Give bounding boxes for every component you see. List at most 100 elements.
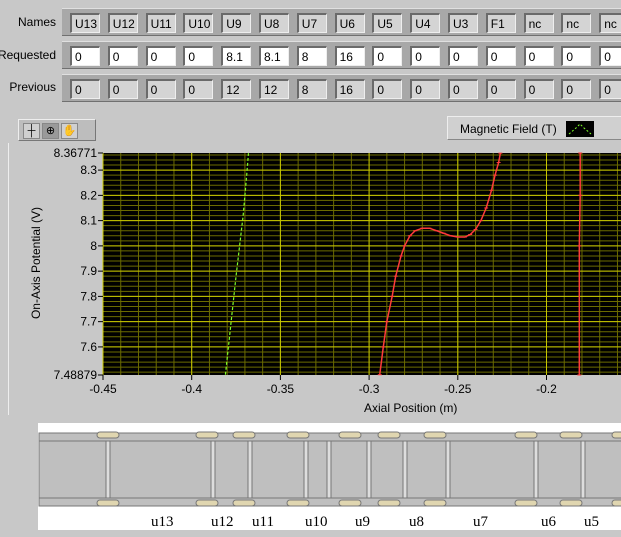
- previous-label: Previous: [9, 80, 56, 94]
- electrode-divider: [533, 440, 539, 499]
- electrode-label: u12: [211, 514, 234, 530]
- electrode-schematic: [38, 423, 621, 530]
- previous-cell: 0: [523, 79, 554, 99]
- y-tick-label: 7.7: [80, 315, 97, 329]
- name-cell: nc: [599, 13, 621, 33]
- flange-icon: [338, 431, 362, 439]
- previous-cell: 12: [259, 79, 289, 99]
- x-tick-label: -0.25: [444, 382, 472, 396]
- x-tick-label: -0.35: [267, 382, 295, 396]
- flange-icon: [96, 431, 120, 439]
- requested-input[interactable]: 0: [485, 46, 516, 66]
- flange-icon: [514, 499, 538, 507]
- pan-tool-icon[interactable]: ✋: [61, 123, 78, 139]
- electrode-divider: [402, 440, 408, 499]
- y-tick-label: 8.3: [80, 163, 97, 177]
- x-axis-label: Axial Position (m): [364, 401, 458, 415]
- name-cell: U8: [259, 13, 289, 33]
- electrode-divider: [210, 440, 216, 499]
- name-cell: U3: [448, 13, 478, 33]
- flange-icon: [195, 431, 219, 439]
- name-cell: nc: [561, 13, 592, 33]
- requested-input[interactable]: 0: [523, 46, 554, 66]
- y-tick-label: 7.9: [80, 264, 97, 278]
- requested-array: 0 0 0 0 8.1 8.1 8 16 0 0 0 0 0 0 0: [62, 41, 621, 69]
- plot-legend[interactable]: Magnetic Field (T): [447, 116, 621, 140]
- requested-input[interactable]: 0: [107, 46, 138, 66]
- flange-icon: [96, 499, 120, 507]
- electrode-label: u7: [473, 514, 488, 530]
- flange-icon: [559, 431, 583, 439]
- legend-label: Magnetic Field (T): [460, 122, 557, 136]
- electrode-divider: [580, 440, 586, 499]
- electrode-label: u9: [355, 514, 370, 530]
- requested-label: Requested: [0, 48, 56, 62]
- name-cell: U12: [107, 13, 138, 33]
- requested-input[interactable]: 8.1: [221, 46, 252, 66]
- name-cell: U5: [372, 13, 403, 33]
- previous-cell: 0: [599, 79, 621, 99]
- requested-input[interactable]: 0: [561, 46, 592, 66]
- flange-icon: [423, 499, 447, 507]
- previous-cell: 0: [145, 79, 176, 99]
- requested-input[interactable]: 0: [448, 46, 478, 66]
- electrode-label: u13: [151, 514, 174, 530]
- previous-cell: 0: [448, 79, 478, 99]
- name-cell: nc: [523, 13, 554, 33]
- names-array: U13 U12 U11 U10 U9 U8 U7 U6 U5 U4 U3 F1 nc nc nc: [62, 8, 621, 36]
- requested-input[interactable]: 0: [372, 46, 403, 66]
- flange-icon: [232, 431, 256, 439]
- previous-cell: 8: [296, 79, 327, 99]
- flange-icon: [195, 499, 219, 507]
- potential-plot[interactable]: -0.45 -0.4 -0.35 -0.3 -0.25 -0.2 8.36771 8.3 8.2…: [0, 140, 621, 402]
- zoom-tool-icon[interactable]: ⊕: [42, 123, 59, 139]
- name-cell: U7: [296, 13, 327, 33]
- requested-input[interactable]: 0: [183, 46, 214, 66]
- previous-cell: 0: [561, 79, 592, 99]
- flange-icon: [611, 499, 621, 507]
- requested-input[interactable]: 0: [410, 46, 441, 66]
- electrode-label: u11: [252, 514, 274, 530]
- flange-icon: [611, 431, 621, 439]
- previous-cell: 0: [372, 79, 403, 99]
- requested-input[interactable]: 0: [70, 46, 100, 66]
- graph-palette: ┼ ⊕ ✋: [18, 119, 96, 141]
- flange-icon: [286, 499, 310, 507]
- previous-cell: 12: [221, 79, 252, 99]
- y-tick-label: 8.36771: [54, 146, 98, 160]
- previous-cell: 0: [410, 79, 441, 99]
- electrode-divider: [303, 440, 309, 499]
- name-cell: F1: [485, 13, 516, 33]
- name-cell: U11: [145, 13, 176, 33]
- requested-input[interactable]: 8: [296, 46, 327, 66]
- requested-input[interactable]: 16: [334, 46, 365, 66]
- y-tick-label: 7.48879: [54, 368, 98, 382]
- electrode-divider: [247, 440, 253, 499]
- electrode-label: u10: [305, 514, 328, 530]
- flange-icon: [286, 431, 310, 439]
- x-tick-label: -0.4: [181, 382, 202, 396]
- previous-array: 0 0 0 0 12 12 8 16 0 0 0 0 0 0 0: [62, 74, 621, 102]
- x-tick-label: -0.45: [89, 382, 117, 396]
- previous-cell: 16: [334, 79, 365, 99]
- flange-icon: [377, 431, 401, 439]
- flange-icon: [514, 431, 538, 439]
- requested-input[interactable]: 0: [599, 46, 621, 66]
- electrode-divider: [366, 440, 372, 499]
- electrode-label: u8: [409, 514, 424, 530]
- name-cell: U6: [334, 13, 365, 33]
- names-label: Names: [17, 15, 56, 29]
- flange-icon: [423, 431, 447, 439]
- flange-icon: [232, 499, 256, 507]
- cursor-tool-icon[interactable]: ┼: [23, 123, 40, 139]
- y-tick-label: 8.1: [80, 214, 97, 228]
- flange-icon: [559, 499, 583, 507]
- y-axis-label: On-Axis Potential (V): [29, 206, 43, 320]
- electrode-divider: [445, 440, 451, 499]
- requested-input[interactable]: 0: [145, 46, 176, 66]
- legend-swatch-icon: [566, 121, 594, 137]
- previous-cell: 0: [70, 79, 100, 99]
- requested-input[interactable]: 8.1: [259, 46, 289, 66]
- x-tick-label: -0.2: [536, 382, 557, 396]
- y-tick-label: 7.8: [80, 289, 97, 303]
